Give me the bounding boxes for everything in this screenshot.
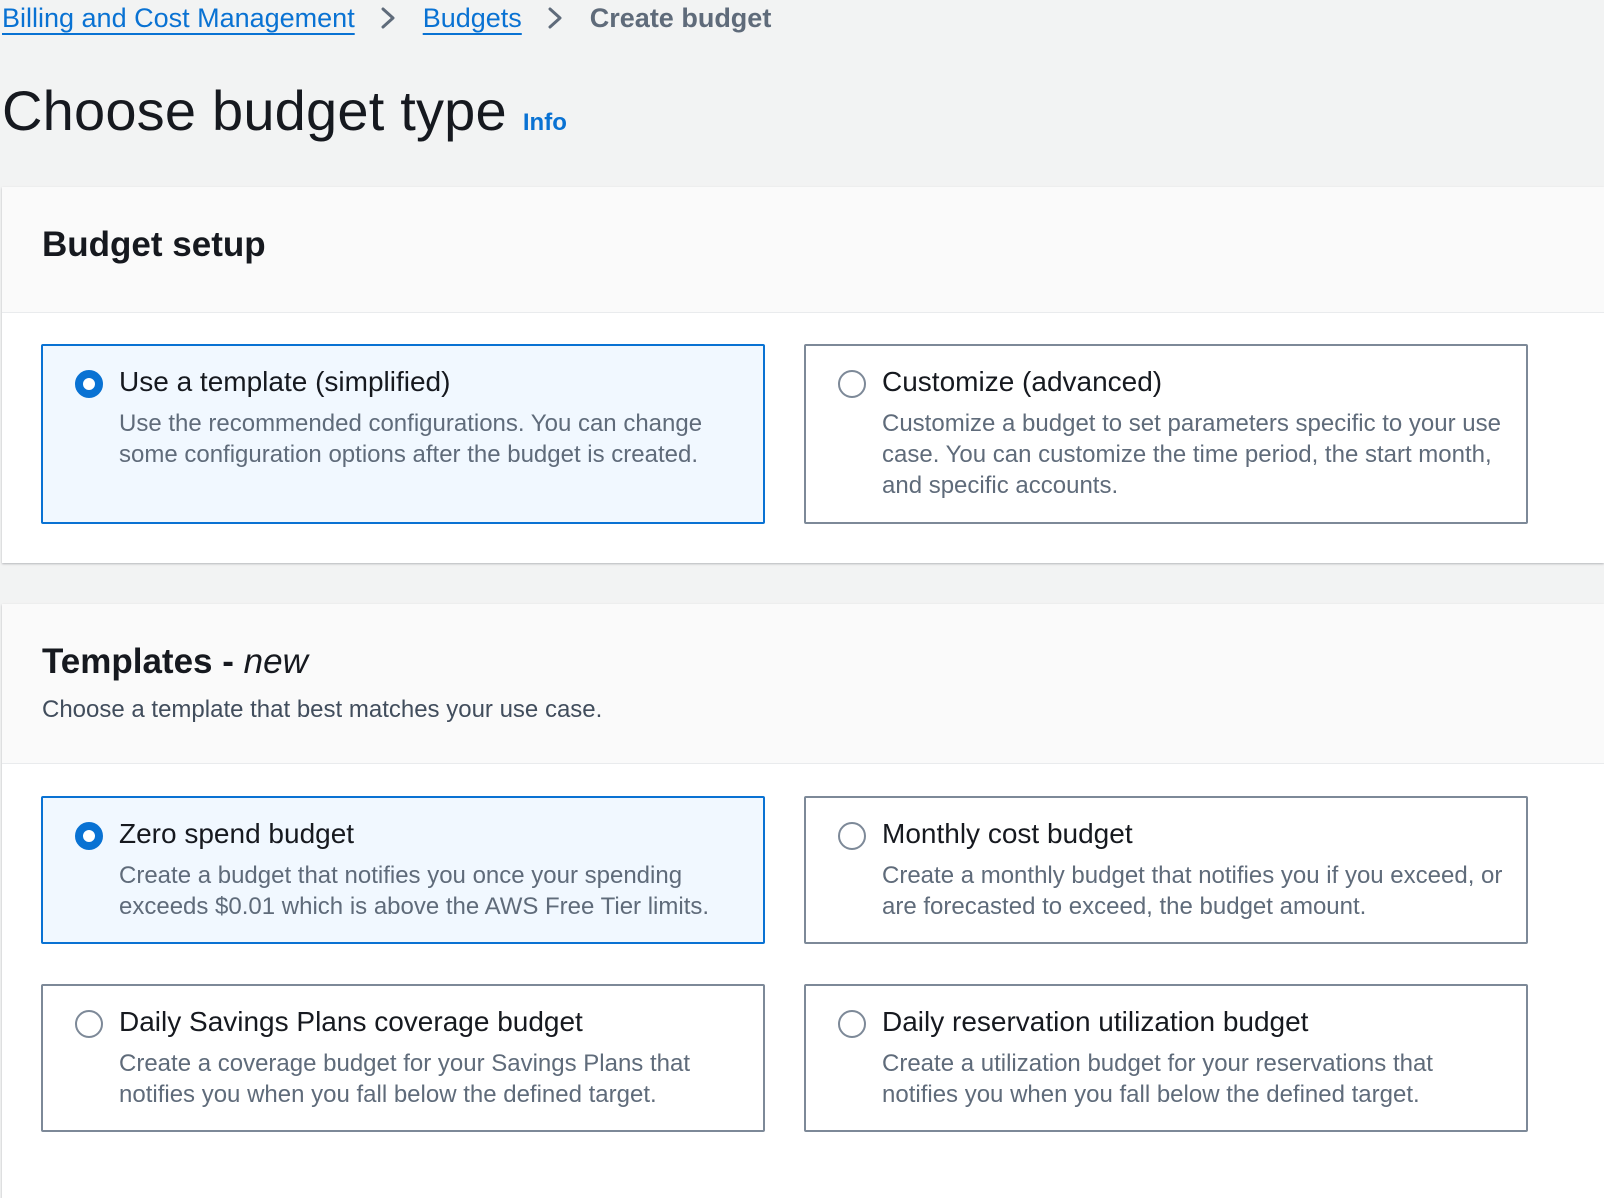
radio-monthly-cost[interactable]	[838, 822, 866, 850]
option-use-template-description: Use the recommended configurations. You …	[119, 410, 703, 468]
option-customize[interactable]: Customize (advanced) Customize a budget …	[804, 344, 1528, 524]
radio-reservation-utilization[interactable]	[838, 1010, 866, 1038]
budget-setup-title: Budget setup	[42, 225, 266, 264]
template-reservation-utilization-label: Daily reservation utilization budget	[882, 1006, 1309, 1037]
templates-description: Choose a template that best matches your…	[42, 696, 603, 723]
template-savings-plans-coverage[interactable]: Daily Savings Plans coverage budget Crea…	[41, 984, 765, 1132]
template-zero-spend-description: Create a budget that notifies you once y…	[119, 862, 710, 920]
radio-savings-plans-coverage[interactable]	[75, 1010, 103, 1038]
breadcrumb: Billing and Cost Management Budgets Crea…	[2, 0, 771, 36]
templates-title-text: Templates -	[42, 642, 234, 681]
radio-customize[interactable]	[838, 370, 866, 398]
option-customize-label: Customize (advanced)	[882, 366, 1163, 397]
template-savings-plans-coverage-label: Daily Savings Plans coverage budget	[119, 1006, 583, 1037]
templates-panel: Templates - new Choose a template that b…	[2, 604, 1604, 1198]
template-monthly-cost-description: Create a monthly budget that notifies yo…	[882, 862, 1503, 920]
template-reservation-utilization[interactable]: Daily reservation utilization budget Cre…	[804, 984, 1528, 1132]
chevron-right-icon	[544, 7, 566, 29]
template-monthly-cost-label: Monthly cost budget	[882, 818, 1133, 849]
option-use-template[interactable]: Use a template (simplified) Use the reco…	[41, 344, 765, 524]
templates-header: Templates - new Choose a template that b…	[2, 604, 1604, 764]
option-use-template-label: Use a template (simplified)	[119, 366, 451, 397]
radio-use-template[interactable]	[75, 370, 103, 398]
templates-title: Templates - new	[42, 642, 1604, 682]
radio-zero-spend[interactable]	[75, 822, 103, 850]
budget-setup-panel: Budget setup Use a template (simplified)…	[2, 187, 1604, 563]
template-monthly-cost[interactable]: Monthly cost budget Create a monthly bud…	[804, 796, 1528, 944]
budget-setup-header: Budget setup	[2, 187, 1604, 313]
templates-new-tag: new	[243, 642, 308, 681]
template-zero-spend[interactable]: Zero spend budget Create a budget that n…	[41, 796, 765, 944]
page-title: Choose budget type	[2, 79, 507, 142]
breadcrumb-link-billing[interactable]: Billing and Cost Management	[2, 3, 355, 34]
chevron-right-icon	[377, 7, 399, 29]
template-savings-plans-coverage-description: Create a coverage budget for your Saving…	[119, 1050, 691, 1108]
breadcrumb-current: Create budget	[589, 2, 772, 33]
template-reservation-utilization-description: Create a utilization budget for your res…	[882, 1050, 1433, 1108]
breadcrumb-link-budgets[interactable]: Budgets	[423, 3, 522, 34]
info-link[interactable]: Info	[523, 109, 567, 137]
page-header: Choose budget type Info	[2, 78, 567, 143]
template-zero-spend-label: Zero spend budget	[119, 818, 355, 849]
option-customize-description: Customize a budget to set parameters spe…	[882, 410, 1501, 499]
